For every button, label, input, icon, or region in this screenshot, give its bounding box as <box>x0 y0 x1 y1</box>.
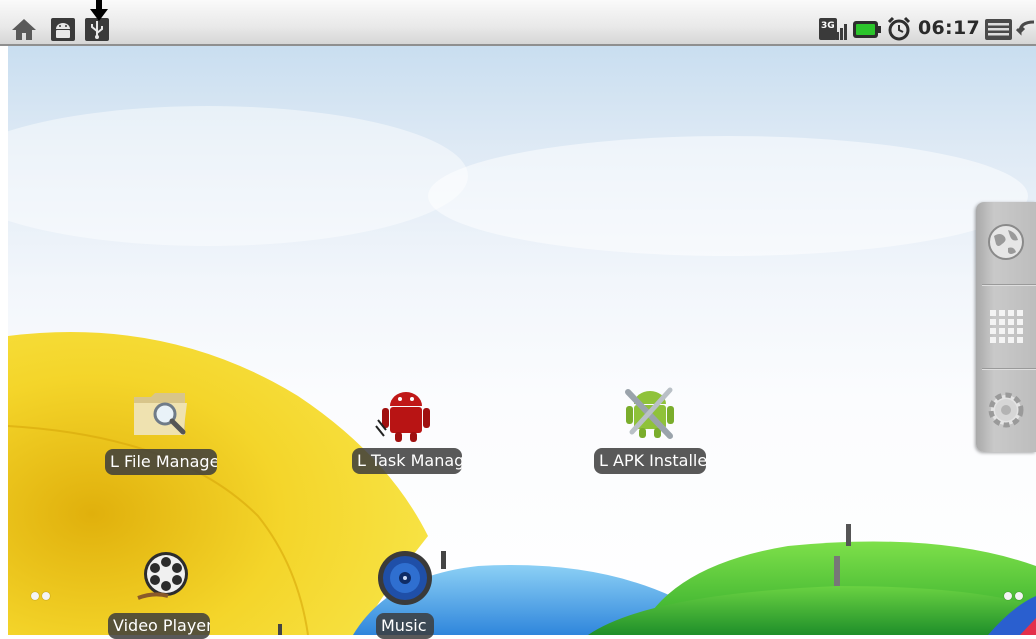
app-drawer-button[interactable] <box>976 286 1036 366</box>
home-icon[interactable] <box>10 16 38 42</box>
shortcut-label: Video Player <box>108 613 210 639</box>
umbrellas-wallpaper-image <box>8 106 1036 635</box>
svg-text:3G: 3G <box>821 21 835 31</box>
battery-icon <box>853 21 881 38</box>
menu-icon[interactable] <box>984 16 1014 42</box>
film-reel-icon <box>137 552 188 600</box>
shortcut-label: Music <box>376 613 434 639</box>
launcher-side-bar <box>976 202 1036 452</box>
speaker-icon <box>378 551 432 605</box>
settings-button[interactable] <box>976 370 1036 450</box>
browser-button[interactable] <box>976 202 1036 282</box>
folder-search-icon <box>134 393 187 435</box>
page-indicator-right[interactable] <box>1004 592 1023 600</box>
shortcut-file-manager[interactable]: L File Manage <box>105 385 217 475</box>
settings-gear-icon <box>988 392 1024 428</box>
app-drawer-grid-icon <box>990 310 1023 343</box>
shortcut-task-manager[interactable]: L Task Manag <box>352 380 462 476</box>
side-bar-divider <box>982 368 1036 369</box>
pointer-arrow-icon <box>90 0 108 21</box>
3g-signal-icon: 3G <box>819 18 847 40</box>
status-bar: 3G 06:17 <box>0 0 1036 46</box>
task-manager-icon <box>375 392 430 442</box>
android-debug-icon <box>51 18 75 41</box>
back-icon[interactable] <box>1016 16 1036 42</box>
shortcut-label: L Task Manag <box>352 448 462 474</box>
shortcut-music[interactable]: Music <box>376 548 434 639</box>
shortcut-video-player[interactable]: Video Player <box>108 548 210 639</box>
alarm-clock-icon <box>887 16 911 41</box>
shortcut-label: L File Manage <box>105 449 217 475</box>
browser-globe-icon <box>988 224 1024 260</box>
side-bar-divider <box>982 284 1036 285</box>
shortcut-label: L APK Installe <box>594 448 706 474</box>
page-indicator-left[interactable] <box>31 592 50 600</box>
shortcut-apk-installer[interactable]: L APK Installe <box>594 380 706 476</box>
clock-time: 06:17 <box>918 17 980 39</box>
apk-installer-icon <box>625 387 674 439</box>
home-screen-wallpaper <box>8 46 1036 635</box>
